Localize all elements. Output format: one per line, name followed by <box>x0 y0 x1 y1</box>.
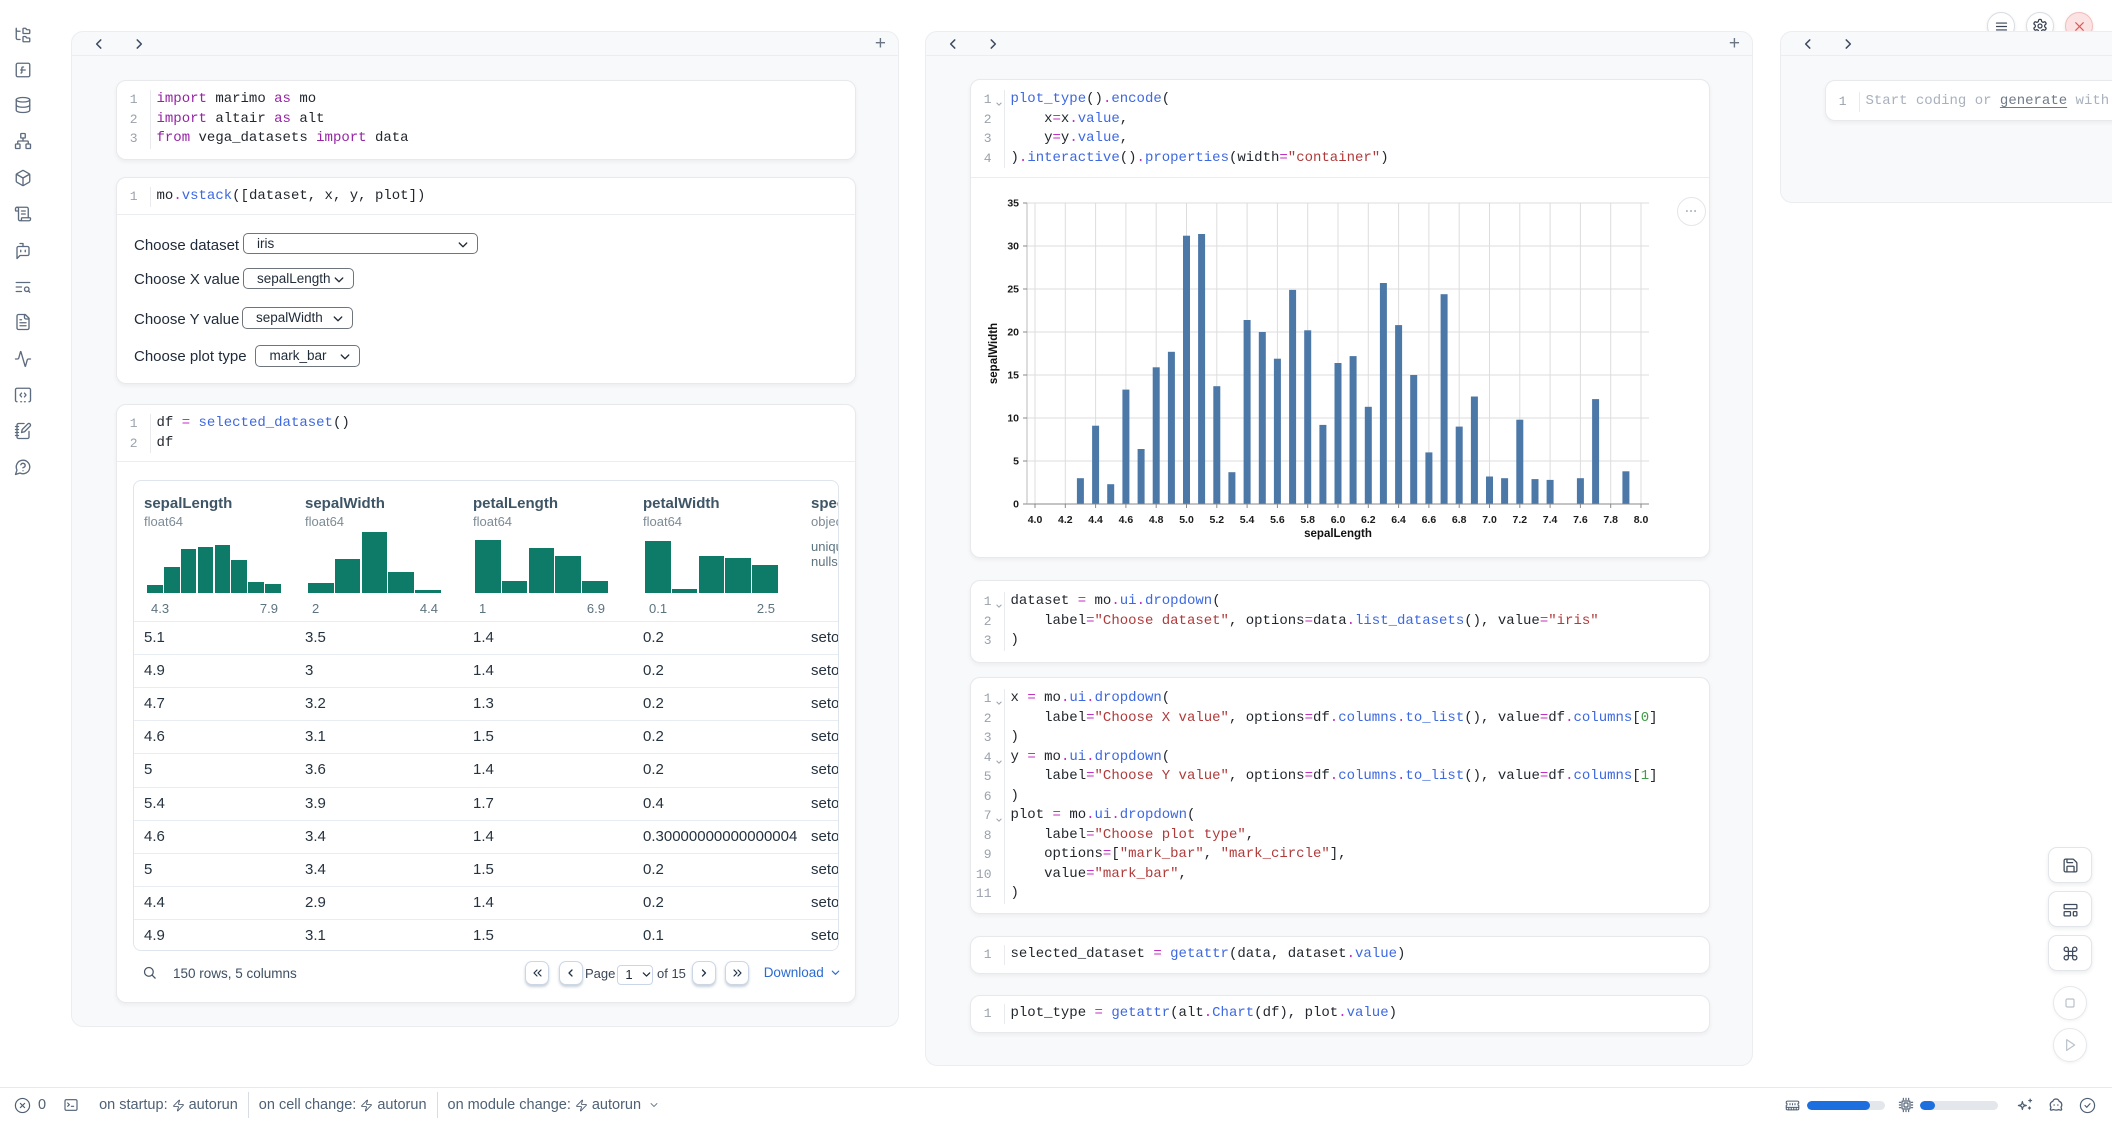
svg-text:6.6: 6.6 <box>1422 514 1437 526</box>
svg-text:4.2: 4.2 <box>1058 514 1073 526</box>
svg-text:5.8: 5.8 <box>1300 514 1315 526</box>
svg-text:25: 25 <box>1007 284 1019 296</box>
svg-text:7.4: 7.4 <box>1543 514 1558 526</box>
svg-text:6.4: 6.4 <box>1391 514 1406 526</box>
svg-text:5.6: 5.6 <box>1270 514 1285 526</box>
svg-text:6.2: 6.2 <box>1361 514 1376 526</box>
svg-text:4.0: 4.0 <box>1028 514 1043 526</box>
svg-text:15: 15 <box>1007 370 1019 382</box>
svg-text:8.0: 8.0 <box>1634 514 1649 526</box>
svg-text:35: 35 <box>1007 198 1019 210</box>
svg-text:5.4: 5.4 <box>1240 514 1255 526</box>
svg-text:7.2: 7.2 <box>1512 514 1527 526</box>
svg-text:4.6: 4.6 <box>1119 514 1134 526</box>
svg-text:0: 0 <box>1013 499 1019 511</box>
svg-text:7.0: 7.0 <box>1482 514 1497 526</box>
svg-text:5.0: 5.0 <box>1179 514 1194 526</box>
svg-text:sepalWidth: sepalWidth <box>988 323 1000 384</box>
svg-text:6.8: 6.8 <box>1452 514 1467 526</box>
svg-text:20: 20 <box>1007 327 1019 339</box>
svg-text:7.8: 7.8 <box>1603 514 1618 526</box>
svg-text:10: 10 <box>1007 413 1019 425</box>
svg-text:30: 30 <box>1007 241 1019 253</box>
svg-text:6.0: 6.0 <box>1331 514 1346 526</box>
svg-text:5: 5 <box>1013 456 1019 468</box>
svg-text:4.8: 4.8 <box>1149 514 1164 526</box>
svg-text:5.2: 5.2 <box>1209 514 1224 526</box>
svg-text:4.4: 4.4 <box>1088 514 1103 526</box>
svg-text:sepalLength: sepalLength <box>1304 528 1372 540</box>
svg-text:7.6: 7.6 <box>1573 514 1588 526</box>
